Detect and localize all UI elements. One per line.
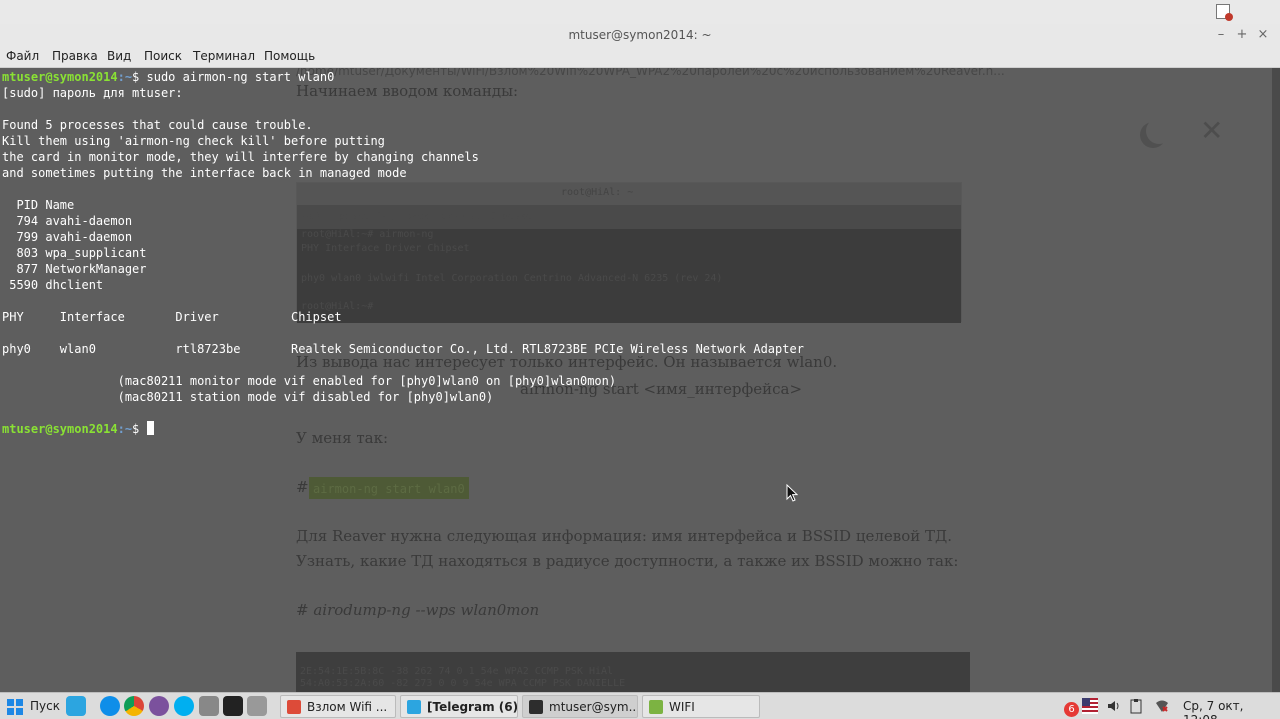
terminal-icon [529,700,543,714]
terminal-output-line: phy0 wlan0 rtl8723be Realtek Semiconduct… [2,342,804,356]
top-panel [0,0,1280,24]
terminal-command: $ sudo airmon-ng start wlan0 [132,70,335,84]
clipboard-icon[interactable] [1128,698,1144,714]
prompt-user: mtuser@symon2014 [2,422,118,436]
camera-launcher-icon[interactable] [199,696,219,716]
minimize-button[interactable]: – [1212,26,1230,44]
prompt-path: :~ [117,70,133,84]
menu-file[interactable]: Файл [6,49,39,63]
terminal-scrollbar[interactable] [1272,68,1280,692]
menu-help[interactable]: Помощь [264,49,315,63]
task-browser[interactable]: Взлом Wifi ... [280,695,396,718]
taskbar: Пуск Взлом Wifi ... [Telegram (6)] mtuse… [0,692,1280,719]
telegram-icon [407,700,421,714]
window-titlebar[interactable]: mtuser@symon2014: ~ – + × [0,24,1280,46]
terminal-output-line: 799 avahi-daemon [2,230,133,244]
folder-icon [649,700,663,714]
prompt-user: mtuser@symon2014 [2,70,118,84]
terminal-output-line: 794 avahi-daemon [2,214,133,228]
terminal-output-line: Found 5 processes that could cause troub… [2,118,313,132]
prompt-path: :~ [117,422,133,436]
menu-view[interactable]: Вид [107,49,131,63]
notification-badge[interactable]: 6 [1064,702,1079,717]
mouse-pointer-icon [786,484,798,502]
terminal-output-line: and sometimes putting the interface back… [2,166,407,180]
close-button[interactable]: × [1254,26,1272,44]
task-telegram[interactable]: [Telegram (6)] [400,695,518,718]
prompt-symbol: $ [132,422,147,436]
maximize-button[interactable]: + [1233,26,1251,44]
volume-icon[interactable] [1106,698,1122,714]
terminal-output-line: 5590 dhclient [2,278,104,292]
terminal-cursor [146,421,154,435]
windows-logo-icon [7,699,23,715]
telegram-launcher-icon[interactable] [66,696,86,716]
us-flag-icon[interactable] [1082,698,1098,714]
skype-launcher-icon[interactable] [174,696,194,716]
chrome-launcher-icon[interactable] [124,696,144,716]
terminal-output-line: 877 NetworkManager [2,262,147,276]
chrome-icon [287,700,301,714]
terminal-prompt-line: mtuser@symon2014:~$ sudo airmon-ng start… [2,69,334,85]
terminal-output[interactable]: mtuser@symon2014:~$ sudo airmon-ng start… [2,68,1267,692]
update-notifier-icon[interactable] [1216,4,1233,21]
terminal-output-line: PID Name [2,198,75,212]
task-terminal[interactable]: mtuser@sym... [522,695,638,718]
terminal-output-line: (mac80211 monitor mode vif enabled for [… [2,374,617,388]
terminal-output-line: the card in monitor mode, they will inte… [2,150,479,164]
task-folder[interactable]: WIFI [642,695,760,718]
terminal-output-line: (mac80211 station mode vif disabled for … [2,390,494,404]
menu-terminal[interactable]: Терминал [193,49,255,63]
terminal-prompt-line: mtuser@symon2014:~$ [2,421,154,437]
terminal-output-line: [sudo] пароль для mtuser: [2,86,183,100]
clock[interactable]: Ср, 7 окт, 12:08 [1183,699,1280,719]
window-title: mtuser@symon2014: ~ [568,28,712,42]
terminal-output-line: Kill them using 'airmon-ng check kill' b… [2,134,385,148]
files-launcher-icon[interactable] [247,696,267,716]
menu-edit[interactable]: Правка [52,49,98,63]
terminal-launcher-icon[interactable] [223,696,243,716]
menu-search[interactable]: Поиск [144,49,182,63]
viber-launcher-icon[interactable] [149,696,169,716]
terminal-output-line: PHY Interface Driver Chipset [2,310,342,324]
teamviewer-launcher-icon[interactable] [100,696,120,716]
network-icon[interactable] [1154,698,1170,714]
start-label: Пуск [30,699,60,713]
terminal-viewport[interactable]: /home/mtuser/Документы/WiFi/Взлом%20Wifi… [0,68,1272,692]
terminal-output-line: 803 wpa_supplicant [2,246,147,260]
menu-bar: Файл Правка Вид Поиск Терминал Помощь [0,46,1280,68]
